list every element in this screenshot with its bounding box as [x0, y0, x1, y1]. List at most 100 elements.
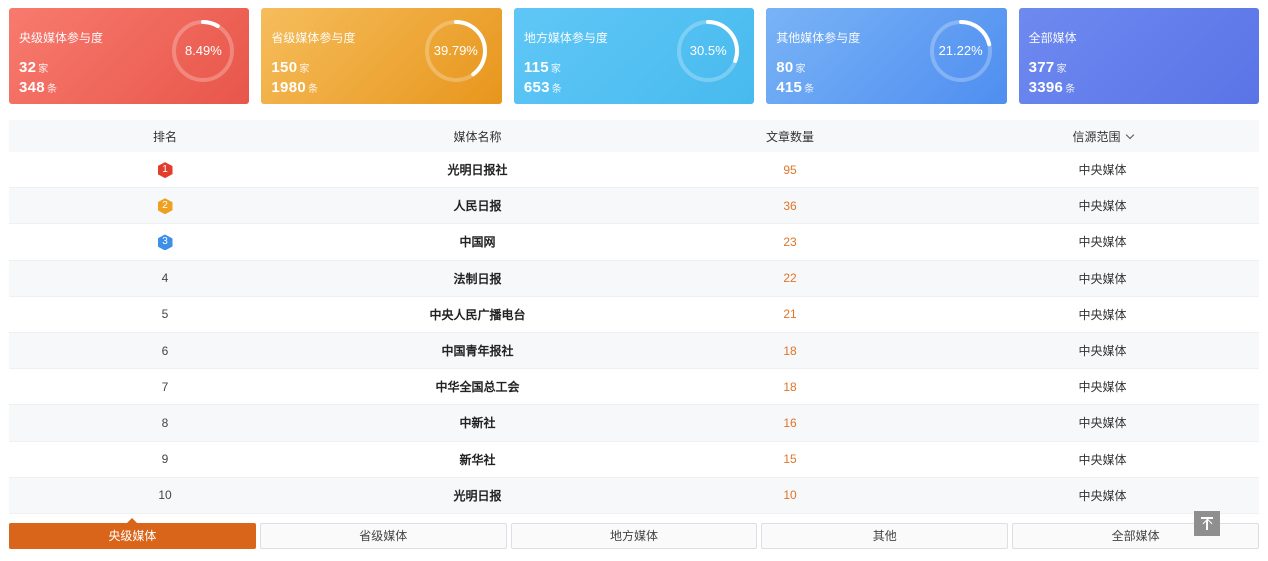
cell-media-name[interactable]: 光明日报 [321, 487, 634, 504]
cell-media-name[interactable]: 法制日报 [321, 270, 634, 287]
card-all-media[interactable]: 全部媒体 377 家 3396 条 [1018, 8, 1260, 104]
cell-source-scope: 中央媒体 [1078, 416, 1127, 431]
header-article-count: 文章数量 [765, 129, 814, 144]
cell-rank: 1 [9, 161, 321, 179]
cell-source-scope: 中央媒体 [1078, 163, 1127, 178]
article-count: 653 [523, 79, 550, 96]
header-source-scope[interactable]: 信源范围 [946, 128, 1259, 145]
article-count: 1980 [271, 79, 306, 96]
article-count: 348 [19, 79, 45, 96]
cell-media-name[interactable]: 中华全国总工会 [321, 378, 634, 395]
cell-article-count: 22 [783, 271, 797, 286]
header-rank: 排名 [152, 129, 177, 144]
source-scope-dropdown[interactable]: 信源范围 [1072, 128, 1134, 145]
cell-article-count: 18 [783, 343, 797, 358]
rank-number: 4 [161, 271, 169, 286]
media-count-unit: 家 [38, 64, 49, 75]
card-local-media[interactable]: 地方媒体参与度 115 家 653 条 30.5% [513, 8, 755, 104]
tab-3[interactable]: 其他 [761, 523, 1009, 549]
cell-article-count: 95 [783, 162, 797, 177]
percent-label: 39.79% [433, 43, 478, 58]
source-scope-label: 信源范围 [1072, 129, 1121, 144]
table-row[interactable]: 2 人民日报 36 中央媒体 [9, 188, 1259, 225]
table-row[interactable]: 1 光明日报社 95 中央媒体 [9, 152, 1259, 189]
table-row[interactable]: 5 中央人民广播电台 21 中央媒体 [9, 297, 1259, 333]
progress-ring: 21.22% [929, 19, 993, 83]
media-count: 115 [523, 59, 549, 76]
card-counts: 150 家 1980 条 [271, 58, 318, 98]
cell-media-name[interactable]: 中央人民广播电台 [321, 306, 634, 323]
card-central-media[interactable]: 央级媒体参与度 32 家 348 条 8.49% [9, 8, 250, 104]
table-row[interactable]: 8 中新社 16 中央媒体 [9, 405, 1259, 442]
table-row[interactable]: 7 中华全国总工会 18 中央媒体 [9, 369, 1259, 406]
cell-media-name[interactable]: 中国青年报社 [321, 342, 634, 359]
table-row[interactable]: 9 新华社 15 中央媒体 [9, 442, 1259, 478]
rank-number: 7 [161, 379, 169, 394]
table-row[interactable]: 4 法制日报 22 中央媒体 [9, 260, 1259, 297]
rank-number: 5 [161, 307, 169, 322]
table-row[interactable]: 10 光明日报 10 中央媒体 [9, 477, 1259, 514]
media-count-unit: 家 [1056, 64, 1067, 75]
article-count-unit: 条 [46, 84, 57, 95]
card-counts: 32 家 348 条 [19, 58, 57, 98]
cell-article-count: 36 [783, 198, 797, 213]
rank-medal-icon: 3 [157, 234, 173, 251]
media-category-tabs: 央级媒体 省级媒体 地方媒体 其他 全部媒体 [9, 518, 1259, 549]
cell-source-scope: 中央媒体 [1078, 488, 1127, 503]
rank-medal-icon: 1 [157, 162, 173, 179]
cell-rank: 9 [9, 452, 321, 466]
tab-2[interactable]: 地方媒体 [510, 523, 758, 549]
tab-1[interactable]: 省级媒体 [259, 523, 507, 549]
cell-article-count: 21 [783, 307, 797, 322]
rank-number: 8 [161, 415, 169, 430]
card-other-media[interactable]: 其他媒体参与度 80 家 415 条 21.22% [766, 8, 1007, 104]
article-count-unit: 条 [307, 84, 318, 95]
media-count-unit: 家 [299, 64, 310, 75]
cell-media-name[interactable]: 人民日报 [321, 197, 634, 214]
card-counts: 377 家 3396 条 [1029, 58, 1076, 98]
percent-label: 8.49% [184, 43, 222, 58]
cell-rank: 10 [9, 488, 321, 502]
media-count: 32 [19, 59, 37, 76]
table-row[interactable]: 3 中国网 23 中央媒体 [9, 224, 1259, 261]
cell-rank: 5 [9, 307, 321, 321]
card-provincial-media[interactable]: 省级媒体参与度 150 家 1980 条 39.79% [261, 8, 502, 104]
cell-source-scope: 中央媒体 [1078, 344, 1127, 359]
back-to-top-button[interactable] [1194, 511, 1220, 536]
percent-label: 21.22% [938, 43, 983, 58]
cell-media-name[interactable]: 中国网 [321, 233, 634, 250]
cell-article-count: 18 [783, 379, 797, 394]
article-count-unit: 条 [1065, 84, 1076, 95]
cell-rank: 7 [9, 380, 321, 394]
cell-media-name[interactable]: 新华社 [321, 451, 634, 468]
cell-rank: 8 [9, 416, 321, 430]
table-row[interactable]: 6 中国青年报社 18 中央媒体 [9, 332, 1259, 370]
cell-article-count: 10 [783, 488, 797, 503]
rank-number: 10 [158, 488, 172, 503]
article-count-unit: 条 [804, 84, 815, 95]
media-count: 150 [271, 59, 298, 76]
media-count-unit: 家 [550, 64, 561, 75]
cell-source-scope: 中央媒体 [1078, 235, 1127, 250]
rank-medal-icon: 2 [157, 198, 173, 215]
progress-ring: 8.49% [171, 19, 235, 83]
rank-number: 6 [161, 343, 169, 358]
media-ranking-table: 排名 媒体名称 文章数量 信源范围 1 光明日报社 95 中央媒体 2 人民日报 36 中央媒… [9, 120, 1259, 514]
card-counts: 80 家 415 条 [776, 58, 814, 98]
chevron-down-icon[interactable] [1125, 130, 1134, 139]
cell-source-scope: 中央媒体 [1078, 271, 1127, 286]
table-header: 排名 媒体名称 文章数量 信源范围 [9, 120, 1259, 152]
tab-0[interactable]: 央级媒体 [9, 518, 256, 549]
cell-media-name[interactable]: 中新社 [321, 414, 634, 431]
cell-rank: 6 [9, 344, 321, 358]
table-body: 1 光明日报社 95 中央媒体 2 人民日报 36 中央媒体 3 中国网 23 中央媒体 4 法制日报 22… [9, 152, 1259, 514]
cell-media-name[interactable]: 光明日报社 [321, 161, 634, 178]
cell-source-scope: 中央媒体 [1078, 380, 1127, 395]
cell-rank: 4 [9, 271, 321, 285]
article-count: 3396 [1028, 79, 1064, 96]
cell-source-scope: 中央媒体 [1078, 199, 1127, 214]
article-count-unit: 条 [551, 84, 562, 95]
cell-article-count: 15 [783, 452, 797, 467]
tab-4[interactable]: 全部媒体 [1012, 523, 1259, 549]
cell-source-scope: 中央媒体 [1078, 452, 1127, 467]
